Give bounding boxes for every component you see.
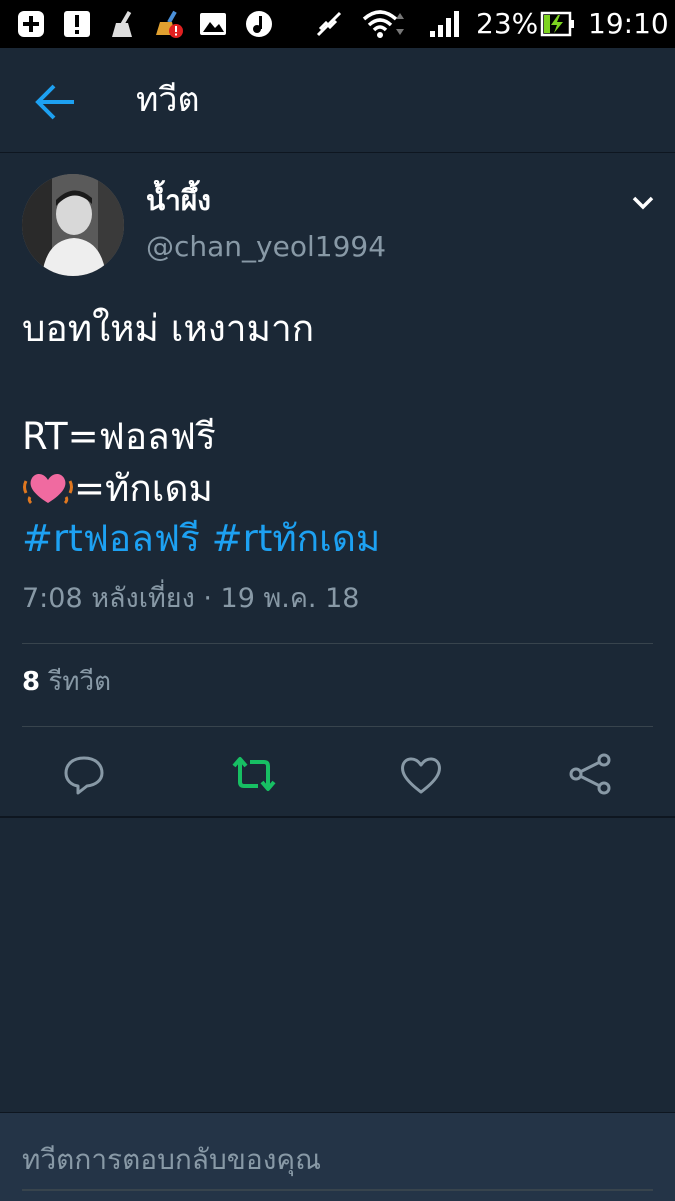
tweet-menu-button[interactable] (626, 188, 660, 216)
cleaner-alert-icon (156, 10, 183, 38)
status-bar: 23% 19:10 (0, 0, 675, 48)
reply-composer (0, 1112, 675, 1201)
divider (22, 643, 653, 644)
retweet-count-number: 8 (22, 667, 41, 697)
tweet-text-line-2: RT=ฟอลฟรี (22, 415, 216, 458)
reply-input[interactable] (22, 1139, 653, 1179)
user-handle[interactable]: @chan_yeol1994 (146, 228, 386, 266)
status-time: 19:10 (588, 7, 669, 40)
retweet-count-label: รีทวีต (48, 667, 111, 697)
wifi-icon (362, 10, 404, 38)
avatar[interactable] (22, 174, 124, 276)
chevron-down-icon (632, 196, 654, 210)
section-divider (0, 816, 675, 818)
share-icon (569, 753, 611, 795)
back-button[interactable] (26, 78, 86, 126)
retweet-button[interactable] (224, 746, 284, 802)
reply-button[interactable] (54, 746, 114, 802)
tweet-text-line-1: บอทใหม่ เหงามาก (22, 307, 315, 350)
share-button[interactable] (560, 746, 620, 802)
app-bar: ทวีต (0, 48, 675, 153)
mute-icon (316, 11, 342, 37)
add-notification-icon (18, 11, 44, 37)
divider (22, 726, 653, 727)
display-name[interactable]: น้ำผึ้ง (146, 182, 211, 220)
reply-input-underline (22, 1189, 653, 1191)
tweet-hashtags: #rtฟอลฟรี #rtทักเดม (22, 514, 652, 564)
tweet-text-line-3-suffix: =ทักเดม (74, 467, 213, 510)
hashtag-link[interactable]: #rtทักเดม (212, 517, 381, 560)
image-icon (200, 13, 226, 35)
cleaner-icon (112, 10, 132, 37)
heart-icon (401, 757, 441, 794)
alert-icon (64, 11, 90, 37)
tweet-text-line-3: =ทักเดม (22, 464, 652, 514)
hashtag-link[interactable]: #rtฟอลฟรี (22, 517, 200, 560)
tweet-timestamp: 7:08 หลังเที่ยง · 19 พ.ค. 18 (22, 583, 360, 614)
retweet-icon (232, 757, 276, 791)
avatar-photo-icon (22, 174, 124, 276)
like-button[interactable] (391, 746, 451, 802)
signal-icon (430, 11, 459, 37)
battery-percent: 23% (476, 7, 539, 40)
music-icon (246, 11, 272, 37)
reply-icon (64, 756, 104, 795)
page-title: ทวีต (136, 80, 200, 120)
battery-charging-icon (540, 11, 574, 37)
back-arrow-icon (35, 84, 74, 120)
retweet-count[interactable]: 8 รีทวีต (22, 664, 111, 700)
vibrating-heart-icon (23, 474, 73, 505)
